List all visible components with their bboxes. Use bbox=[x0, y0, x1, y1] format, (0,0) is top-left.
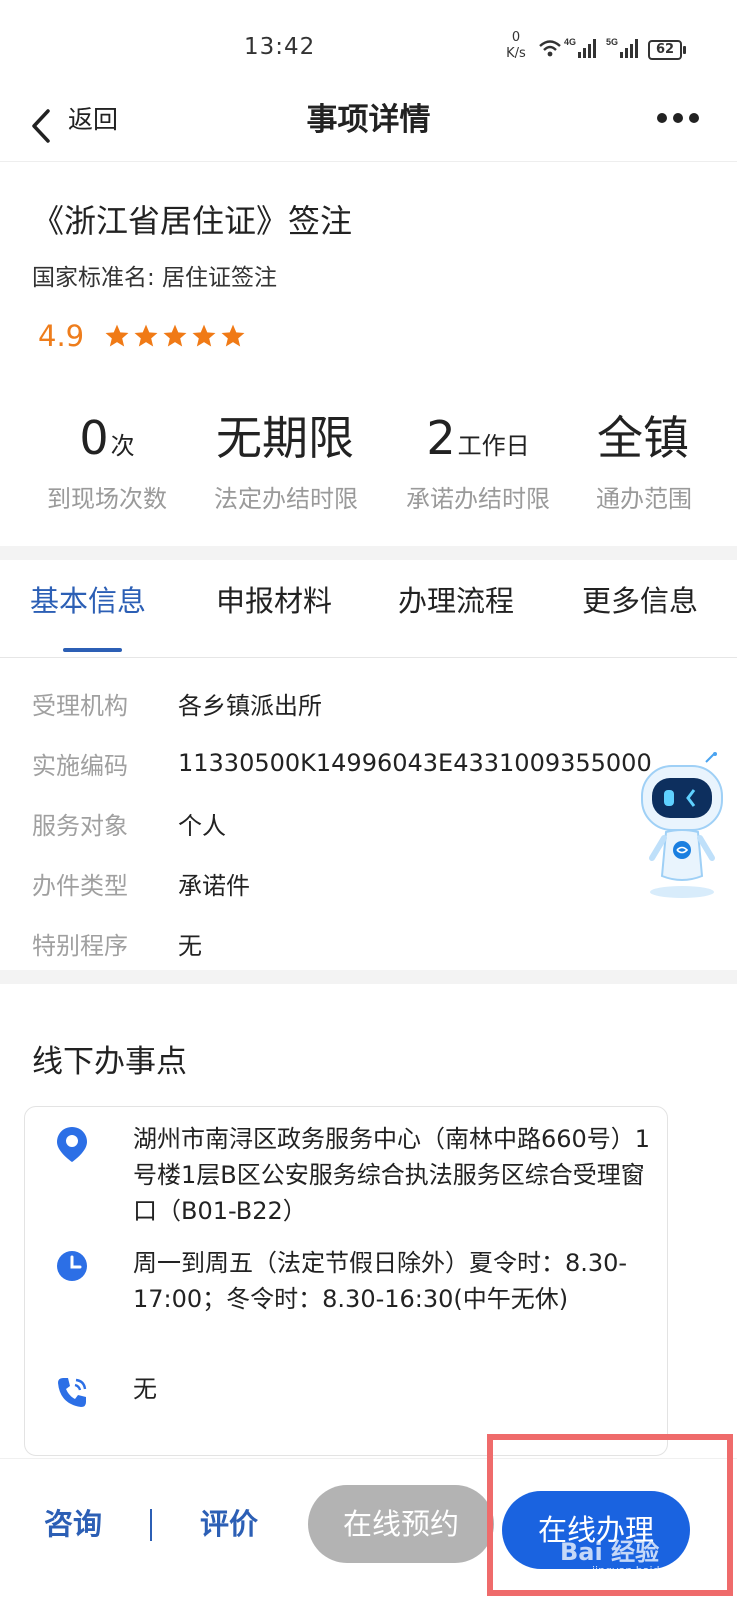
stat-label: 到现场次数 bbox=[47, 485, 167, 513]
info-value: 11330500K14996043E4331009355000 bbox=[178, 749, 652, 777]
active-tab-indicator bbox=[63, 648, 122, 652]
info-value: 各乡镇派出所 bbox=[178, 691, 322, 720]
office-address: 湖州市南浔区政务服务中心（南林中路660号）1号楼1层B区公安服务综合执法服务区… bbox=[133, 1125, 651, 1225]
info-label: 办件类型 bbox=[32, 871, 128, 900]
star-icon bbox=[134, 324, 158, 347]
stat-unit: 工作日 bbox=[457, 432, 530, 460]
stat-unit: 次 bbox=[110, 432, 135, 460]
stat-visits: 0次 到现场次数 bbox=[22, 408, 192, 519]
stat-label: 法定办结时限 bbox=[214, 485, 358, 513]
standard-name: 国家标准名: 居住证签注 bbox=[32, 265, 278, 291]
bottom-divider bbox=[150, 1509, 152, 1541]
tab-process[interactable]: 办理流程 bbox=[398, 580, 514, 622]
star-icon bbox=[163, 324, 187, 347]
stat-legal-limit: 无期限 法定办结时限 bbox=[196, 408, 376, 519]
watermark-url: jingyan.baidu.com bbox=[592, 1564, 694, 1577]
star-icon bbox=[221, 324, 245, 347]
tab-bar: 基本信息 申报材料 办理流程 更多信息 bbox=[0, 560, 737, 658]
stat-value: 2 bbox=[426, 411, 456, 465]
battery-icon: 62 bbox=[648, 40, 686, 60]
nav-bar: 返回 事项详情 bbox=[0, 90, 737, 162]
rating-stars bbox=[104, 323, 246, 349]
info-label: 服务对象 bbox=[32, 811, 128, 840]
item-title: 《浙江省居住证》签注 bbox=[32, 202, 353, 240]
signal-4g-tag: 4G bbox=[564, 37, 576, 47]
rating-value: 4.9 bbox=[38, 319, 85, 353]
office-card: 湖州市南浔区政务服务中心（南林中路660号）1号楼1层B区公安服务综合执法服务区… bbox=[24, 1106, 668, 1456]
wifi-icon bbox=[539, 40, 561, 57]
stat-scope: 全镇 通办范围 bbox=[574, 408, 714, 519]
rate-button[interactable]: 评价 bbox=[200, 1503, 258, 1545]
office-address-row: 湖州市南浔区政务服务中心（南林中路660号）1号楼1层B区公安服务综合执法服务区… bbox=[55, 1121, 655, 1233]
network-speed: 0 K/s bbox=[500, 30, 532, 62]
rating: 4.9 bbox=[38, 316, 246, 356]
more-icon[interactable] bbox=[656, 112, 700, 124]
stat-label: 通办范围 bbox=[596, 485, 692, 513]
network-speed-unit: K/s bbox=[506, 46, 526, 61]
consult-button[interactable]: 咨询 bbox=[44, 1503, 102, 1545]
star-icon bbox=[192, 324, 216, 347]
tab-basic-info[interactable]: 基本信息 bbox=[30, 580, 146, 622]
stat-promise-limit: 2工作日 承诺办结时限 bbox=[386, 408, 570, 519]
offline-section-title: 线下办事点 bbox=[32, 1044, 187, 1080]
info-row-agency: 受理机构 各乡镇派出所 bbox=[32, 683, 322, 723]
section-divider bbox=[0, 546, 737, 560]
office-hours-row: 周一到周五（法定节假日除外）夏令时：8.30-17:00；冬令时：8.30-16… bbox=[55, 1245, 655, 1357]
info-label: 特别程序 bbox=[32, 931, 128, 960]
info-label: 受理机构 bbox=[32, 691, 128, 720]
info-row-code: 实施编码 11330500K14996043E4331009355000 bbox=[32, 743, 652, 783]
info-label: 实施编码 bbox=[32, 751, 128, 780]
watermark-logo: Bai 经验 bbox=[560, 1538, 660, 1566]
tab-more-info[interactable]: 更多信息 bbox=[582, 580, 698, 622]
office-phone: 无 bbox=[133, 1375, 157, 1403]
status-time: 13:42 bbox=[244, 34, 316, 60]
network-speed-value: 0 bbox=[511, 30, 521, 45]
stat-value: 全镇 bbox=[597, 411, 689, 465]
star-icon bbox=[105, 324, 129, 347]
signal-4g-icon: 4G bbox=[564, 37, 596, 58]
clock-icon bbox=[57, 1251, 87, 1281]
stats-row: 0次 到现场次数 无期限 法定办结时限 2工作日 承诺办结时限 全镇 通办范围 bbox=[0, 408, 737, 518]
phone-icon bbox=[58, 1378, 87, 1407]
location-pin-icon bbox=[57, 1127, 87, 1162]
info-value: 个人 bbox=[178, 811, 226, 840]
signal-5g-tag: 5G bbox=[606, 37, 618, 47]
tab-materials[interactable]: 申报材料 bbox=[216, 580, 332, 622]
online-reservation-button[interactable]: 在线预约 bbox=[308, 1485, 494, 1563]
signal-5g-icon: 5G bbox=[606, 37, 638, 58]
info-value: 无 bbox=[178, 931, 202, 960]
office-hours: 周一到周五（法定节假日除外）夏令时：8.30-17:00；冬令时：8.30-16… bbox=[133, 1249, 628, 1313]
section-divider bbox=[0, 970, 737, 984]
stat-label: 承诺办结时限 bbox=[406, 485, 550, 513]
info-row-type: 办件类型 承诺件 bbox=[32, 863, 250, 903]
info-row-target: 服务对象 个人 bbox=[32, 803, 226, 843]
status-bar: 13:42 0 K/s 4G 5G 62 bbox=[0, 0, 737, 90]
stat-value: 无期限 bbox=[216, 411, 354, 465]
page-title: 事项详情 bbox=[306, 102, 431, 138]
info-row-special: 特别程序 无 bbox=[32, 923, 202, 963]
robot-assistant-icon[interactable] bbox=[636, 752, 728, 902]
stat-value: 0 bbox=[79, 411, 109, 465]
info-value: 承诺件 bbox=[178, 871, 250, 900]
office-phone-row: 无 bbox=[55, 1371, 655, 1415]
